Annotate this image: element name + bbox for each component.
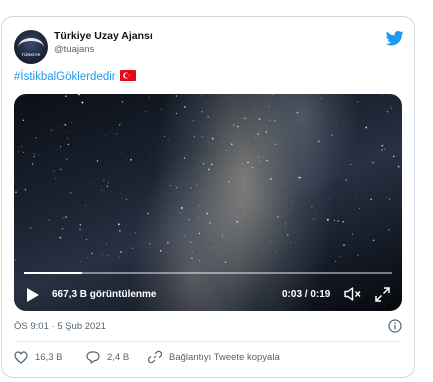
author-handle[interactable]: @tuajans: [54, 44, 94, 55]
author-name[interactable]: Türkiye Uzay Ajansı: [54, 30, 153, 42]
info-icon[interactable]: [388, 319, 402, 333]
turkey-flag-icon: [119, 70, 136, 81]
tweet-text: #İstikbalGöklerdedir: [14, 70, 136, 83]
tweet-timestamp[interactable]: ÖS 9:01 · 5 Şub 2021: [14, 321, 106, 332]
play-icon[interactable]: [26, 287, 40, 303]
hashtag-link[interactable]: #İstikbalGöklerdedir: [14, 71, 116, 83]
like-button[interactable]: 16,3 B: [14, 349, 62, 365]
copy-link-button[interactable]: Bağlantıyı Tweete kopyala: [148, 349, 280, 365]
video-progress-bar[interactable]: [24, 272, 392, 274]
heart-icon: [14, 350, 28, 364]
starfield-image: [14, 94, 400, 265]
copy-link-label: Bağlantıyı Tweete kopyala: [169, 351, 280, 363]
reply-count: 2,4 B: [107, 351, 130, 363]
video-player[interactable]: 667,3 B görüntülenme 0:03 / 0:19: [14, 94, 402, 311]
divider: [14, 341, 402, 342]
video-time: 0:03 / 0:19: [282, 289, 331, 300]
fullscreen-icon[interactable]: [375, 287, 390, 302]
reply-button[interactable]: 2,4 B: [86, 349, 129, 365]
view-count: 667,3 B görüntülenme: [52, 289, 157, 300]
tweet-card[interactable]: TÜRKİYE Türkiye Uzay Ajansı @tuajans #İs…: [1, 16, 415, 378]
twitter-bird-icon[interactable]: [386, 29, 404, 47]
like-count: 16,3 B: [35, 351, 63, 363]
volume-muted-icon[interactable]: [344, 286, 362, 302]
avatar[interactable]: TÜRKİYE: [14, 30, 48, 64]
reply-bubble-icon: [86, 350, 100, 364]
link-icon: [148, 350, 162, 364]
video-progress-fill: [24, 272, 83, 274]
avatar-logo-text: TÜRKİYE: [21, 52, 41, 57]
